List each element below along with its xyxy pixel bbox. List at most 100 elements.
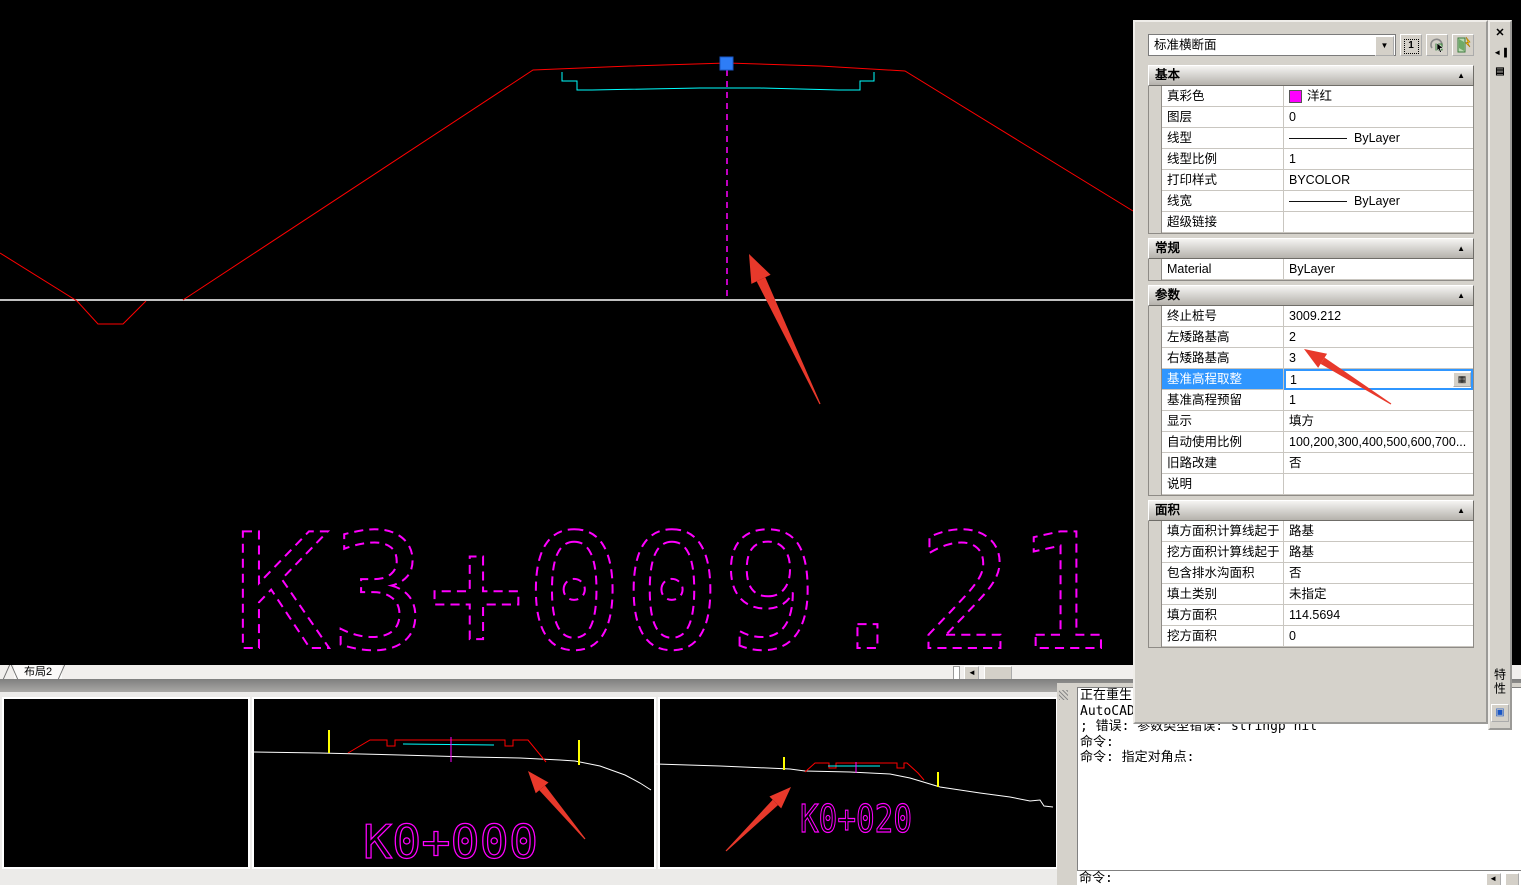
property-value[interactable]: 1	[1284, 149, 1473, 170]
property-label[interactable]: 真彩色	[1162, 86, 1284, 107]
auto-hide-icon[interactable]: ◄▐	[1492, 45, 1508, 60]
property-row: 包含排水沟面积否	[1149, 563, 1473, 584]
row-gutter	[1149, 563, 1162, 584]
collapse-arrow-icon[interactable]: ▲	[1457, 501, 1465, 520]
command-scrollbar-thumb[interactable]	[1505, 873, 1519, 885]
property-row: 说明	[1149, 474, 1473, 495]
property-label[interactable]: 线型比例	[1162, 149, 1284, 170]
viewport-k0020[interactable]	[658, 697, 1058, 869]
palette-title-bar[interactable]: ✕ ◄▐ ▤ 特性 ▣	[1488, 20, 1512, 730]
tab-scrollbar-thumb[interactable]	[984, 666, 1012, 680]
property-label[interactable]: 打印样式	[1162, 170, 1284, 191]
select-objects-icon	[1427, 35, 1447, 55]
property-label[interactable]: 自动使用比例	[1162, 432, 1284, 453]
property-label[interactable]: 左矮路基高	[1162, 327, 1284, 348]
property-label[interactable]: Material	[1162, 259, 1284, 280]
property-value[interactable]: 否	[1284, 563, 1473, 584]
chevron-down-icon[interactable]: ▼	[1375, 36, 1394, 56]
property-label[interactable]: 图层	[1162, 107, 1284, 128]
property-value[interactable]	[1284, 474, 1473, 495]
property-label[interactable]: 右矮路基高	[1162, 348, 1284, 369]
section-header[interactable]: 面积 ▲	[1148, 500, 1474, 521]
command-window-drag-handle[interactable]	[1059, 690, 1068, 700]
tab-scroll-left-button[interactable]: ◄	[964, 666, 979, 680]
row-gutter	[1149, 86, 1162, 107]
select-objects-button[interactable]	[1426, 34, 1448, 56]
collapse-arrow-icon[interactable]: ▲	[1457, 66, 1465, 85]
color-swatch	[1289, 90, 1302, 103]
property-row: 右矮路基高3	[1149, 348, 1473, 369]
property-value[interactable]: 114.5694	[1284, 605, 1473, 626]
property-value-text: 0	[1289, 107, 1296, 127]
property-label[interactable]: 基准高程预留	[1162, 390, 1284, 411]
section-header[interactable]: 基本▲	[1148, 65, 1474, 86]
property-value[interactable]: 1▦	[1284, 369, 1473, 390]
property-label[interactable]: 线型	[1162, 128, 1284, 149]
property-row: 真彩色洋红	[1149, 86, 1473, 107]
row-gutter	[1149, 432, 1162, 453]
property-label[interactable]: 显示	[1162, 411, 1284, 432]
property-value[interactable]: BYCOLOR	[1284, 170, 1473, 191]
property-value[interactable]: 否	[1284, 453, 1473, 474]
property-value[interactable]: 1	[1284, 390, 1473, 411]
section-title: 面积	[1155, 503, 1180, 517]
pickadd-toggle-button[interactable]: 1	[1400, 34, 1422, 56]
viewport-k0000[interactable]	[252, 697, 656, 869]
property-value[interactable]: 0	[1284, 107, 1473, 128]
property-label[interactable]: 基准高程取整	[1162, 369, 1284, 390]
tab-layout2[interactable]: 布局2	[14, 665, 62, 679]
property-value[interactable]: 路基	[1284, 542, 1473, 563]
property-value-text: 3	[1289, 348, 1296, 368]
command-input-line[interactable]: 命令:	[1077, 870, 1521, 885]
property-label[interactable]: 挖方面积	[1162, 626, 1284, 647]
row-gutter	[1149, 212, 1162, 233]
property-label[interactable]: 终止桩号	[1162, 306, 1284, 327]
collapse-arrow-icon[interactable]: ▲	[1457, 239, 1465, 258]
command-scroll-left-button[interactable]: ◄	[1486, 873, 1501, 885]
property-label[interactable]: 填方面积计算线起于	[1162, 521, 1284, 542]
property-value[interactable]: 洋红	[1284, 86, 1473, 107]
row-gutter	[1149, 584, 1162, 605]
property-value[interactable]: 路基	[1284, 521, 1473, 542]
property-value[interactable]: ByLayer	[1284, 128, 1473, 149]
property-value[interactable]: 填方	[1284, 411, 1473, 432]
row-gutter	[1149, 521, 1162, 542]
property-row: 超级链接	[1149, 212, 1473, 233]
quick-select-button[interactable]	[1452, 34, 1474, 56]
section-header[interactable]: 常规▲	[1148, 238, 1474, 259]
section-header[interactable]: 参数▲	[1148, 285, 1474, 306]
property-value[interactable]: 未指定	[1284, 584, 1473, 605]
property-value[interactable]	[1284, 212, 1473, 233]
property-row: 自动使用比例100,200,300,400,500,600,700...	[1149, 432, 1473, 453]
property-row: 终止桩号3009.212	[1149, 306, 1473, 327]
property-label[interactable]: 线宽	[1162, 191, 1284, 212]
row-gutter	[1149, 149, 1162, 170]
property-value[interactable]: 0	[1284, 626, 1473, 647]
property-value[interactable]: 2	[1284, 327, 1473, 348]
calculator-button[interactable]: ▦	[1453, 372, 1471, 387]
property-label[interactable]: 超级链接	[1162, 212, 1284, 233]
property-value-text: 114.5694	[1289, 605, 1340, 625]
property-value[interactable]: 100,200,300,400,500,600,700...	[1284, 432, 1473, 453]
property-row: 显示填方	[1149, 411, 1473, 432]
property-label[interactable]: 挖方面积计算线起于	[1162, 542, 1284, 563]
property-label[interactable]: 包含排水沟面积	[1162, 563, 1284, 584]
command-window-tray-icon[interactable]: ▣	[1491, 704, 1509, 722]
palette-menu-icon[interactable]: ▤	[1492, 64, 1508, 79]
tab-splitter-handle[interactable]	[953, 666, 960, 680]
property-value[interactable]: 3	[1284, 348, 1473, 369]
property-value[interactable]: ByLayer	[1284, 191, 1473, 212]
property-label[interactable]: 说明	[1162, 474, 1284, 495]
property-value[interactable]: ByLayer	[1284, 259, 1473, 280]
close-icon[interactable]: ✕	[1492, 26, 1508, 41]
property-row: 基准高程预留1	[1149, 390, 1473, 411]
viewport-empty[interactable]	[2, 697, 250, 869]
property-value-text: 1	[1289, 149, 1296, 169]
object-type-dropdown[interactable]: 标准横断面 ▼	[1148, 34, 1396, 56]
property-label[interactable]: 填方面积	[1162, 605, 1284, 626]
property-value[interactable]: 3009.212	[1284, 306, 1473, 327]
property-label[interactable]: 旧路改建	[1162, 453, 1284, 474]
property-label[interactable]: 填土类别	[1162, 584, 1284, 605]
properties-palette: 标准横断面 ▼ 1 基本▲真彩色洋红图层0线型ByLayer线型比例1打印样式B…	[1133, 20, 1488, 724]
collapse-arrow-icon[interactable]: ▲	[1457, 286, 1465, 305]
